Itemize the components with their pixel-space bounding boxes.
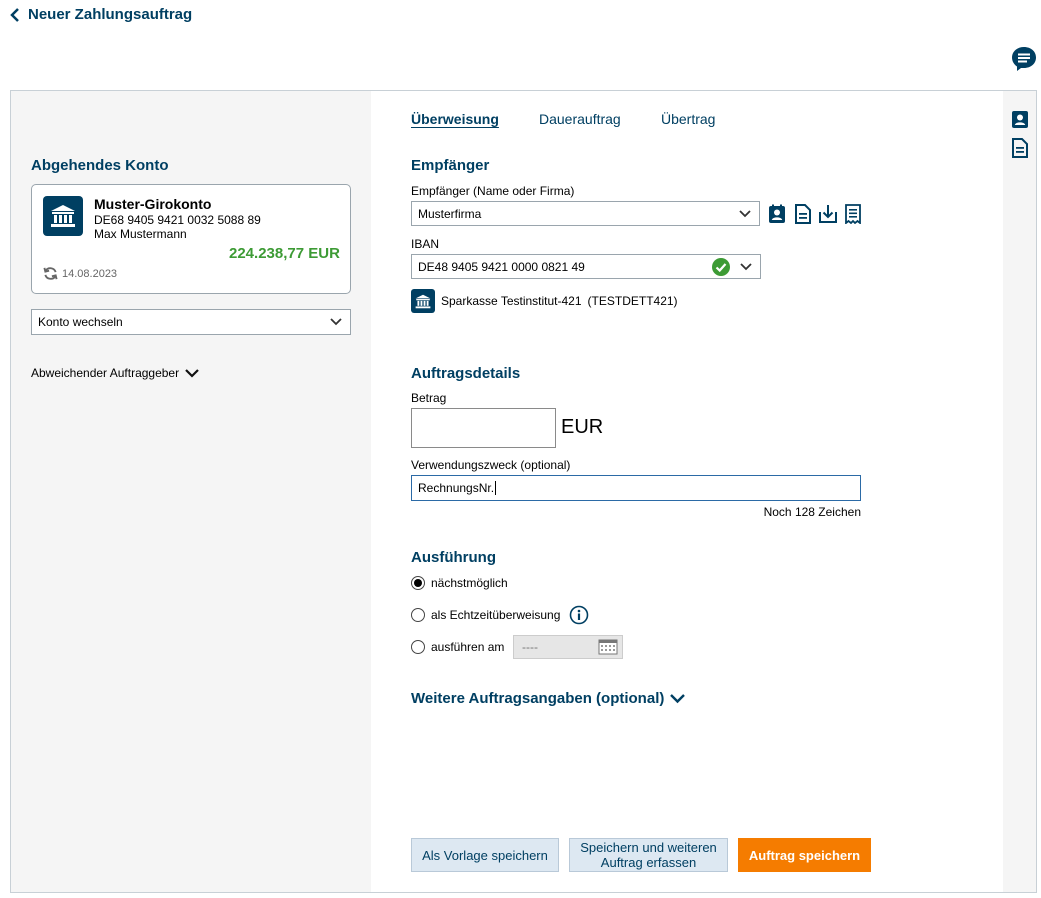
bank-icon [411,289,435,313]
chevron-down-icon [740,262,752,270]
download-icon[interactable] [818,204,838,224]
radio-button[interactable] [411,640,425,654]
execution-date-input[interactable]: ---- [513,635,623,659]
account-name: Muster-Girokonto [94,196,212,212]
outgoing-account-title: Abgehendes Konto [31,157,169,174]
account-balance: 224.238,77 EUR [229,245,340,262]
save-order-button[interactable]: Auftrag speichern [738,838,871,872]
info-icon[interactable] [569,605,589,625]
recipient-bank-name: Sparkasse Testinstitut-421 [441,294,582,308]
purpose-label: Verwendungszweck (optional) [411,458,571,472]
account-updated: 14.08.2023 [43,266,117,281]
amount-currency: EUR [561,416,604,438]
switch-account-select[interactable]: Konto wechseln [31,309,351,335]
account-holder: Max Mustermann [94,227,187,241]
purpose-input[interactable]: RechnungsNr. [411,475,861,501]
iban-value: DE48 9405 9421 0000 0821 49 [418,259,585,274]
chevron-down-icon [185,368,199,378]
recipient-bank-info: Sparkasse Testinstitut-421 (TESTDETT421) [411,289,678,313]
radio-execute-on[interactable]: ausführen am [411,640,504,654]
recipient-name-label: Empfänger (Name oder Firma) [411,184,575,198]
iban-field[interactable]: DE48 9405 9421 0000 0821 49 [411,254,761,279]
radio-button[interactable] [411,576,425,590]
text-cursor [495,481,497,495]
switch-account-label: Konto wechseln [38,315,123,329]
tab-ueberweisung[interactable]: Überweisung [411,111,499,127]
receipt-icon[interactable] [843,204,863,224]
document-icon[interactable] [1012,138,1028,158]
different-orderer-label: Abweichender Auftraggeber [31,366,180,380]
chevron-left-icon [10,7,19,22]
recipient-title: Empfänger [411,157,490,174]
contact-card-icon[interactable] [767,204,787,224]
different-orderer-toggle[interactable]: Abweichender Auftraggeber [31,366,199,380]
more-order-info-toggle[interactable]: Weitere Auftragsangaben (optional) [411,690,686,707]
chevron-down-icon [670,693,686,703]
radio-label: ausführen am [431,640,505,654]
recipient-name-value: Musterfirma [418,206,482,221]
account-updated-date: 14.08.2023 [62,267,118,280]
purpose-value: RechnungsNr. [418,481,495,495]
execution-title: Ausführung [411,549,496,566]
iban-label: IBAN [411,237,440,251]
radio-next-possible[interactable]: nächstmöglich [411,576,508,590]
radio-button[interactable] [411,608,425,622]
check-circle-icon [712,257,730,276]
date-placeholder: ---- [522,640,538,654]
radio-label: als Echtzeitüberweisung [431,608,561,622]
document-list-icon[interactable] [793,204,813,224]
bank-icon [43,196,83,236]
amount-input[interactable] [411,408,556,448]
account-iban: DE68 9405 9421 0032 5088 89 [94,213,261,227]
recipient-bic: (TESTDETT421) [587,294,678,308]
radio-instant[interactable]: als Echtzeitüberweisung [411,605,589,625]
radio-label: nächstmöglich [431,576,508,590]
calendar-icon[interactable] [598,639,618,655]
save-and-new-button[interactable]: Speichern und weiteren Auftrag erfassen [569,838,728,872]
chevron-down-icon [739,209,751,217]
save-template-button[interactable]: Als Vorlage speichern [411,838,559,872]
order-details-title: Auftragsdetails [411,365,521,382]
tab-dauerauftrag[interactable]: Dauerauftrag [539,111,621,127]
right-rail [1003,91,1036,892]
back-link[interactable]: Neuer Zahlungsauftrag [10,6,192,23]
more-order-info-label: Weitere Auftragsangaben (optional) [411,690,665,707]
contact-book-icon[interactable] [1011,110,1029,129]
page-title: Neuer Zahlungsauftrag [28,6,193,23]
remaining-chars: Noch 128 Zeichen [763,505,861,519]
chevron-down-icon [330,318,342,326]
recipient-name-field[interactable]: Musterfirma [411,201,760,226]
refresh-icon[interactable] [43,266,58,281]
tab-uebertrag[interactable]: Übertrag [661,111,715,127]
amount-label: Betrag [411,391,447,405]
chat-icon[interactable] [1011,46,1037,72]
